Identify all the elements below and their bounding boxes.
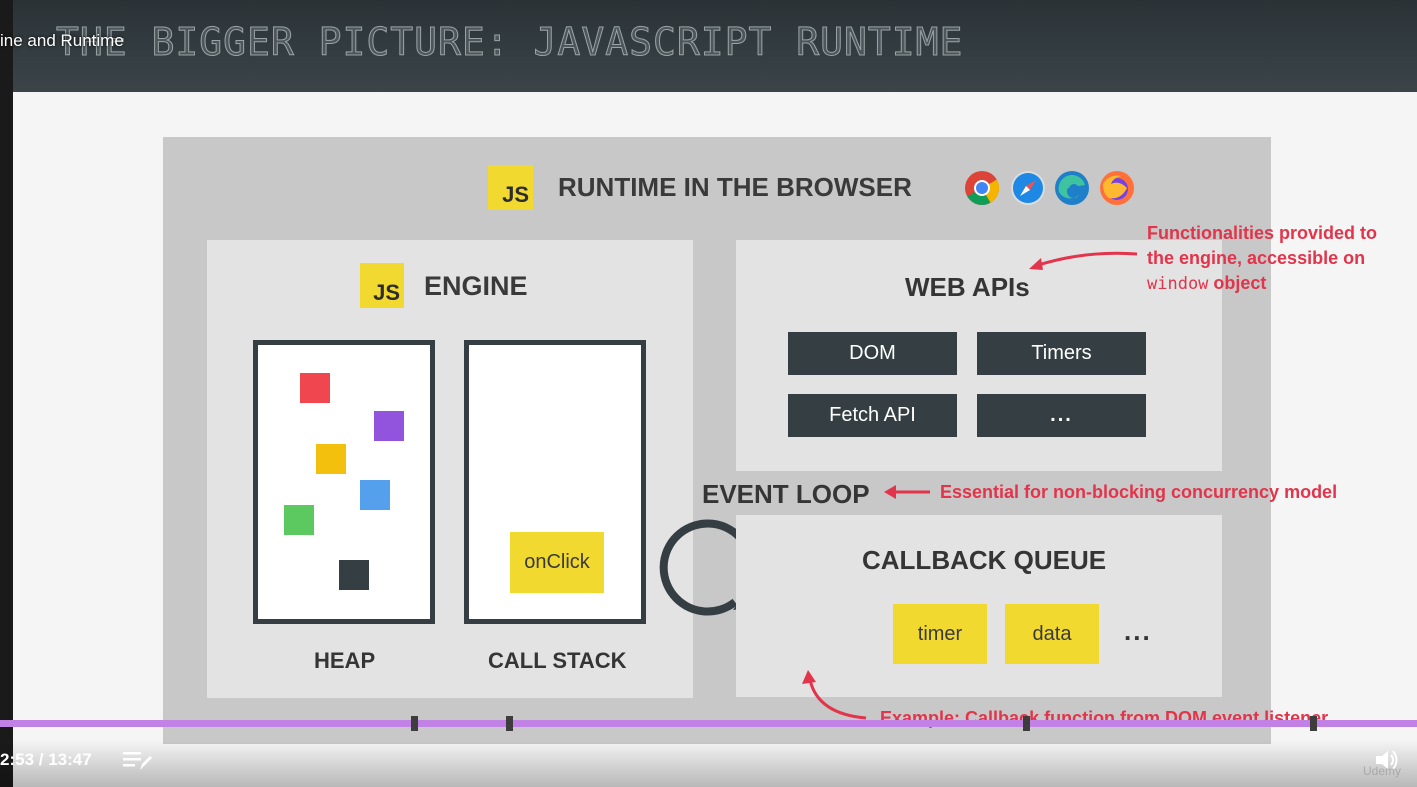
queue-more: ... [1124,616,1152,646]
progress-bar[interactable] [0,720,1417,727]
web-api-timers: Timers [977,332,1146,375]
callback-queue-title: CALLBACK QUEUE [862,545,1107,575]
web-api-more: ... [977,394,1146,437]
chrome-icon [965,171,1000,205]
heap-object [374,411,404,441]
heap-object [300,373,330,403]
slide-title-band: THE BIGGER PICTURE: JAVASCRIPT RUNTIME [0,0,1417,92]
call-stack-label: CALL STACK [488,648,627,673]
chapter-marker[interactable] [1023,716,1030,731]
web-apis-arrow [1029,251,1138,270]
heap-label: HEAP [314,648,376,673]
event-loop-label: EVENT LOOP [702,479,870,509]
event-loop-arrow [884,485,930,499]
queue-item-data: data [1005,604,1099,664]
chapter-marker[interactable] [1310,716,1317,731]
time-display: 2:53 / 13:47 [0,750,92,769]
runtime-title: RUNTIME IN THE BROWSER [558,172,912,202]
control-bar [0,740,1417,787]
safari-icon [1011,171,1045,205]
engine-title: ENGINE [424,271,528,301]
video-frame: THE BIGGER PICTURE: JAVASCRIPT RUNTIME J… [0,0,1417,787]
heap-object [360,480,390,510]
web-apis-note-suffix: object [1208,273,1267,293]
js-logo: JS [488,165,533,210]
web-apis-note-line3: window object [1147,273,1266,294]
heap-object [339,560,369,590]
queue-item-timer: timer [893,604,987,664]
web-apis-note-line2: the engine, accessible on [1147,248,1366,268]
web-apis-title: WEB APIs [905,272,1030,302]
watermark: Udemy [1363,764,1402,778]
transcript-icon[interactable] [122,748,152,772]
heap-object [284,505,314,535]
web-apis-note-line1: Functionalities provided to [1147,223,1378,243]
chapter-marker[interactable] [506,716,513,731]
left-edge [0,0,13,787]
web-api-fetch: Fetch API [788,394,957,437]
callback-arrow [802,670,867,720]
lecture-title-overlay: ine and Runtime [0,31,124,50]
web-api-dom: DOM [788,332,957,375]
edge-icon [1055,171,1089,205]
window-code: window [1147,274,1209,294]
call-stack-frame: onClick [510,532,604,593]
chapter-marker[interactable] [411,716,418,731]
firefox-icon [1100,171,1134,205]
slide-title: THE BIGGER PICTURE: JAVASCRIPT RUNTIME [55,20,964,65]
heap-object [316,444,346,474]
event-loop-note: Essential for non-blocking concurrency m… [940,482,1338,502]
engine-js-logo: JS [360,263,404,308]
